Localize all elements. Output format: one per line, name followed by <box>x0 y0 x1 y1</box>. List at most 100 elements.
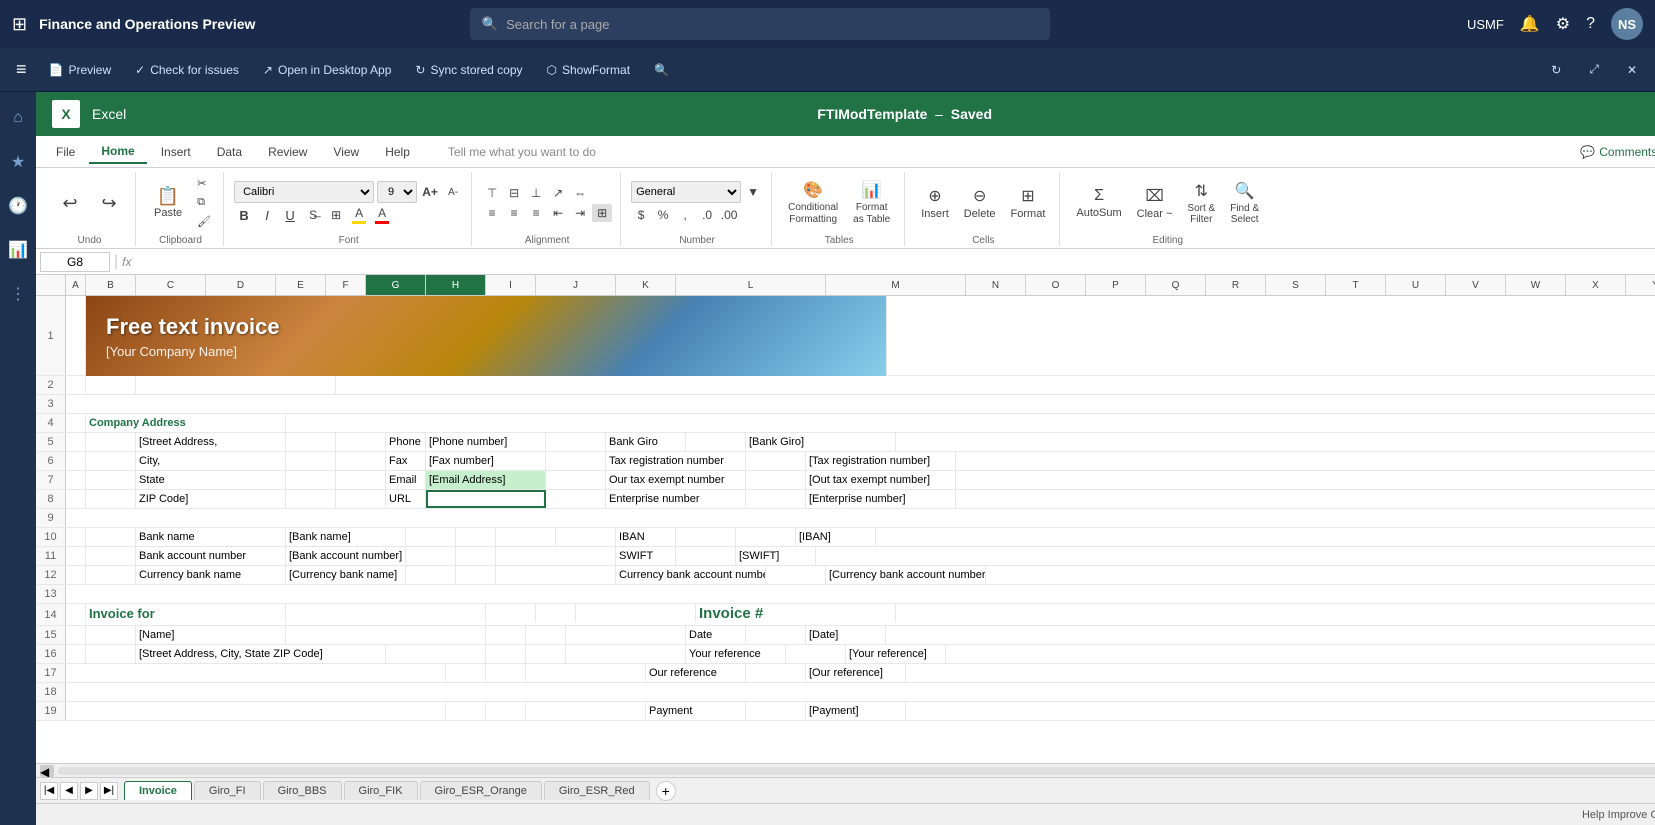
col-header-S[interactable]: S <box>1266 275 1326 295</box>
cell-12-F[interactable] <box>456 566 496 584</box>
col-header-K[interactable]: K <box>616 275 676 295</box>
row-number-13[interactable]: 13 <box>36 585 66 603</box>
align-right-button[interactable]: ≡ <box>526 204 546 222</box>
col-header-V[interactable]: V <box>1446 275 1506 295</box>
sync-copy-button[interactable]: ↻ Sync stored copy <box>405 59 532 81</box>
cell-10-G[interactable] <box>496 528 556 546</box>
tab-data[interactable]: Data <box>205 141 254 163</box>
tell-me-input[interactable]: Tell me what you want to do <box>448 145 596 159</box>
comma-button[interactable]: , <box>675 206 695 224</box>
cell-12-currency-acc-val[interactable]: [Currency bank account number] <box>826 566 986 584</box>
show-format-button[interactable]: ⬡ ShowFormat <box>537 59 641 81</box>
cell-17-rest[interactable] <box>906 664 1655 682</box>
tab-next-button[interactable]: ▶ <box>80 782 98 800</box>
cell-11-B[interactable] <box>86 547 136 565</box>
cell-8-url-label[interactable]: URL <box>386 490 426 508</box>
row-number-2[interactable]: 2 <box>36 376 66 394</box>
cell-10-J[interactable] <box>676 528 736 546</box>
cell-7-I[interactable] <box>546 471 606 489</box>
row-number-17[interactable]: 17 <box>36 664 66 682</box>
cell-8-D[interactable] <box>286 490 336 508</box>
col-header-P[interactable]: P <box>1086 275 1146 295</box>
cell-16-address[interactable]: [Street Address, City, State ZIP Code] <box>136 645 386 663</box>
cell-5-phone-val[interactable]: [Phone number] <box>426 433 546 451</box>
close-button[interactable]: ✕ <box>1617 58 1647 81</box>
cell-5-K[interactable] <box>686 433 746 451</box>
insert-button[interactable]: ⊕ Insert <box>915 183 955 223</box>
cell-11-rest[interactable] <box>816 547 1655 565</box>
cell-7-E[interactable] <box>336 471 386 489</box>
cell-19-payment-label[interactable]: Payment <box>646 702 746 720</box>
cell-10-rest[interactable] <box>876 528 1655 546</box>
cell-7-tax-exempt-val[interactable]: [Out tax exempt number] <box>806 471 956 489</box>
tab-view[interactable]: View <box>321 141 371 163</box>
cell-8-I[interactable] <box>546 490 606 508</box>
cell-15-D[interactable] <box>286 626 486 644</box>
cell-17-our-ref-val[interactable]: [Our reference] <box>806 664 906 682</box>
copy-button[interactable]: ⧉ <box>193 194 215 211</box>
fill-color-button[interactable]: A <box>349 206 369 224</box>
cell-6-E[interactable] <box>336 452 386 470</box>
cell-14-invoice-for[interactable]: Invoice for <box>86 604 286 622</box>
sidebar-toggle-button[interactable]: ≡ <box>8 48 35 92</box>
row-number-12[interactable]: 12 <box>36 566 66 584</box>
scroll-track[interactable] <box>58 767 1655 775</box>
cell-8-enterprise-label[interactable]: Enterprise number <box>606 490 746 508</box>
cell-14-E[interactable] <box>486 604 536 622</box>
sidebar-workspace-icon[interactable]: 📊 <box>0 232 36 268</box>
cell-11-bank-acc-label[interactable]: Bank account number <box>136 547 286 565</box>
cell-8-K[interactable] <box>746 490 806 508</box>
cell-7-email-label[interactable]: Email <box>386 471 426 489</box>
cell-16-B[interactable] <box>86 645 136 663</box>
col-header-G[interactable]: G <box>366 275 426 295</box>
sheet-area[interactable]: A B C D E F G H I J K L M N O P Q R S T <box>36 275 1655 763</box>
cell-14-D[interactable] <box>286 604 486 622</box>
sheet-tab-giro-esr-orange[interactable]: Giro_ESR_Orange <box>420 781 542 800</box>
name-box[interactable] <box>40 252 110 272</box>
cell-5-bank-giro-label[interactable]: Bank Giro <box>606 433 686 451</box>
cell-5-rest[interactable] <box>896 433 1655 451</box>
cell-15-E[interactable] <box>486 626 526 644</box>
sheet-tab-giro-fi[interactable]: Giro_FI <box>194 781 261 800</box>
cell-11-G[interactable] <box>496 547 616 565</box>
row-number-16[interactable]: 16 <box>36 645 66 663</box>
cell-14-A[interactable] <box>66 604 86 622</box>
cell-6-D[interactable] <box>286 452 336 470</box>
sheet-tab-invoice[interactable]: Invoice <box>124 781 192 800</box>
sidebar-home-icon[interactable]: ⌂ <box>0 100 36 136</box>
cell-17-our-ref-label[interactable]: Our reference <box>646 664 746 682</box>
cell-17-G[interactable] <box>526 664 646 682</box>
cell-17-F[interactable] <box>486 664 526 682</box>
cell-6-fax-label[interactable]: Fax <box>386 452 426 470</box>
cell-17-empty[interactable] <box>66 664 446 682</box>
font-grow-button[interactable]: A+ <box>420 183 440 201</box>
invoice-header-cell[interactable]: Free text invoice [Your Company Name] <box>86 296 886 375</box>
sheet-tab-giro-fik[interactable]: Giro_FIK <box>344 781 418 800</box>
cell-6-tax-label[interactable]: Tax registration number <box>606 452 746 470</box>
cell-16-E[interactable] <box>486 645 526 663</box>
user-avatar[interactable]: NS <box>1611 8 1643 40</box>
cell-1-A[interactable] <box>66 296 86 375</box>
underline-button[interactable]: U <box>280 206 300 224</box>
format-painter-button[interactable]: 🖌 <box>193 213 215 230</box>
row-number-7[interactable]: 7 <box>36 471 66 489</box>
cell-4-company-address[interactable]: Company Address <box>86 414 286 432</box>
cell-14-invoice-hash[interactable]: Invoice # <box>696 604 896 622</box>
merge-button[interactable]: ⊞ <box>592 204 612 222</box>
cell-17-E[interactable] <box>446 664 486 682</box>
cell-6-K[interactable] <box>746 452 806 470</box>
border-button[interactable]: ⊞ <box>326 206 346 224</box>
cell-7-email-val[interactable]: [Email Address] <box>426 471 546 489</box>
row-number-10[interactable]: 10 <box>36 528 66 546</box>
check-issues-button[interactable]: ✓ Check for issues <box>125 59 249 81</box>
clear-button[interactable]: ⌧ Clear ~ <box>1131 183 1179 223</box>
cell-10-A[interactable] <box>66 528 86 546</box>
format-button[interactable]: ⊞ Format <box>1005 183 1052 223</box>
cell-16-your-ref-label[interactable]: Your reference <box>686 645 786 663</box>
find-select-button[interactable]: 🔍 Find &Select <box>1224 178 1265 228</box>
cell-10-bank-name-label[interactable]: Bank name <box>136 528 286 546</box>
row-number-15[interactable]: 15 <box>36 626 66 644</box>
cell-19-J[interactable] <box>746 702 806 720</box>
font-name-select[interactable]: Calibri <box>234 181 374 203</box>
col-header-A[interactable]: A <box>66 275 86 295</box>
